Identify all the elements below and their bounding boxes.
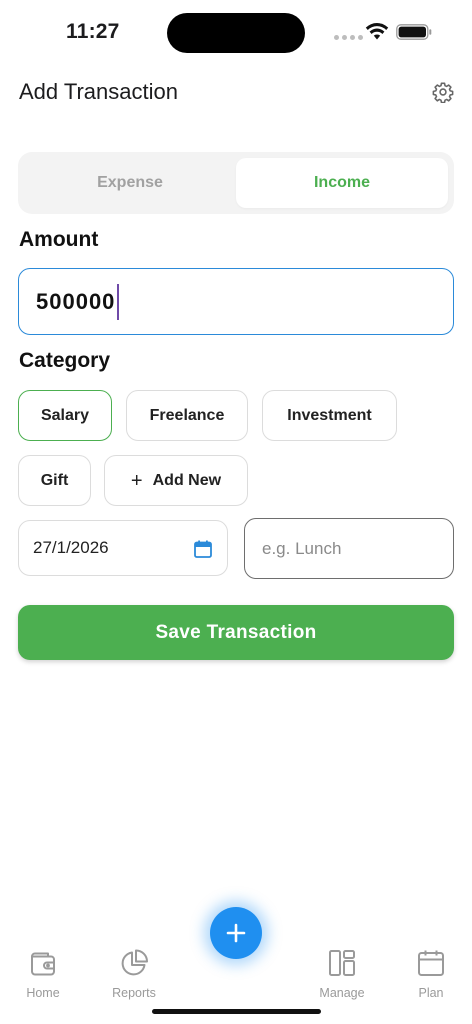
amount-label: Amount: [19, 228, 99, 251]
plus-icon: +: [130, 469, 143, 492]
save-transaction-button[interactable]: Save Transaction: [18, 605, 454, 660]
page-title: Add Transaction: [19, 79, 178, 104]
category-chip-gift[interactable]: Gift: [18, 455, 91, 506]
add-category-label: Add New: [152, 471, 222, 489]
date-value: 27/1/2026: [33, 538, 109, 557]
calendar-icon: [418, 950, 444, 976]
gear-icon[interactable]: [432, 81, 454, 103]
category-chip-freelance[interactable]: Freelance: [126, 390, 248, 441]
status-time: 11:27: [66, 20, 120, 43]
nav-item-home[interactable]: Home: [3, 948, 83, 1000]
note-input[interactable]: [244, 518, 454, 579]
dashboard-icon: [329, 950, 355, 976]
date-field[interactable]: 27/1/2026: [18, 520, 228, 576]
category-chip-investment[interactable]: Investment: [262, 390, 397, 441]
status-bar: 11:27: [0, 0, 472, 64]
amount-input[interactable]: 500000: [18, 268, 454, 335]
nav-item-reports[interactable]: Reports: [94, 948, 174, 1000]
tab-income[interactable]: Income: [236, 158, 448, 208]
add-transaction-fab[interactable]: [210, 907, 262, 959]
add-category-button[interactable]: + Add New: [104, 455, 248, 506]
home-indicator: [152, 1009, 321, 1014]
transaction-type-toggle: Expense Income: [18, 152, 454, 214]
calendar-icon[interactable]: [193, 539, 213, 559]
amount-value: 500000: [36, 288, 116, 314]
nav-label-manage: Manage: [319, 986, 365, 1000]
pie-chart-icon: [121, 949, 148, 976]
cellular-signal-icon: [334, 35, 363, 40]
plus-icon: [226, 923, 246, 943]
dynamic-island: [167, 13, 305, 53]
nav-label-plan: Plan: [418, 986, 444, 1000]
battery-icon: [396, 24, 432, 40]
nav-item-plan[interactable]: Plan: [391, 948, 471, 1000]
tab-expense[interactable]: Expense: [24, 158, 236, 208]
wifi-icon: [365, 23, 389, 40]
category-chip-salary[interactable]: Salary: [18, 390, 112, 441]
nav-item-manage[interactable]: Manage: [302, 948, 382, 1000]
text-caret: [117, 283, 120, 320]
nav-label-home: Home: [26, 986, 60, 1000]
category-label: Category: [19, 349, 111, 372]
wallet-icon: [31, 952, 55, 976]
nav-label-reports: Reports: [112, 986, 156, 1000]
